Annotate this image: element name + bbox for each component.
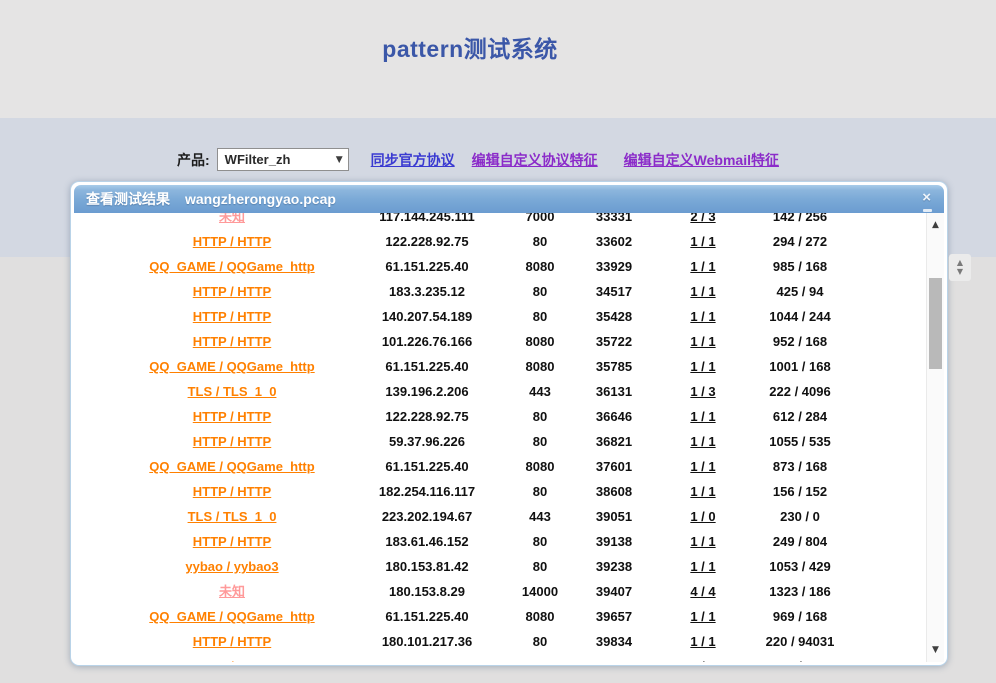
- dash-icon: [923, 209, 932, 212]
- bytes-cell: 142 / 256: [700, 213, 900, 229]
- bytes-cell: 1044 / 244: [700, 304, 900, 329]
- table-row: 未知 180.153.8.29 14000 39407 4 / 4 1323 /…: [74, 579, 926, 604]
- table-row: HTTP / HTTP 122.228.92.75 80 36646 1 / 1…: [74, 404, 926, 429]
- edit-custom-protocol-link[interactable]: 编辑自定义协议特征: [472, 150, 598, 170]
- table-row: HTTP / HTTP 183.3.235.12 80 34517 1 / 1 …: [74, 279, 926, 304]
- bytes-cell: 985 / 168: [700, 254, 900, 279]
- bytes-cell: 156 / 152: [700, 479, 900, 504]
- bytes-cell: 230 / 0: [700, 504, 900, 529]
- bytes-cell: 952 / 168: [700, 329, 900, 354]
- dialog-titlebar[interactable]: 查看测试结果 wangzherongyao.pcap ×: [74, 185, 944, 213]
- table-row: HTTP / HTTP 180.101.217.36 80 39834 1 / …: [74, 629, 926, 654]
- scrollbar-thumb[interactable]: [929, 278, 942, 369]
- table-row: HTTP / HTTP 122.228.92.75 80 33602 1 / 1…: [74, 229, 926, 254]
- bytes-cell: 873 / 168: [700, 454, 900, 479]
- bytes-cell: 1001 / 168: [700, 354, 900, 379]
- chevron-down-icon: ▼: [336, 155, 343, 165]
- product-label: 产品:: [177, 150, 210, 170]
- table-row: QQ_GAME / QQGame_http 61.151.225.40 8080…: [74, 454, 926, 479]
- sync-official-protocol-link[interactable]: 同步官方协议: [371, 150, 455, 170]
- table-row: QQ_GAME / QQGame_http 61.151.225.40 8080…: [74, 254, 926, 279]
- bytes-cell: 1053 / 429: [700, 554, 900, 579]
- bytes-cell: 1055 / 535: [700, 429, 900, 454]
- results-viewport: 未知 117.144.245.111 7000 33331 2 / 3 142 …: [74, 213, 944, 662]
- table-row: HTTP / HTTP 101.226.76.166 8080 35722 1 …: [74, 329, 926, 354]
- page-title: pattern测试系统: [0, 30, 940, 64]
- table-row: TLS / TLS_1_0 223.202.194.67 443 39051 1…: [74, 504, 926, 529]
- bytes-cell: 220 / 94031: [700, 629, 900, 654]
- table-row: QQ_GAME / QQGame_http 61.151.225.40 8080…: [74, 354, 926, 379]
- bytes-cell: 294 / 272: [700, 229, 900, 254]
- results-rows: 未知 117.144.245.111 7000 33331 2 / 3 142 …: [74, 213, 926, 662]
- bytes-cell: 249 / 804: [700, 529, 900, 554]
- table-row: QQ_GAME / QQGame_http 61.151.225.40 8080…: [74, 604, 926, 629]
- scroll-down-icon[interactable]: ▼: [927, 645, 944, 655]
- table-row: HTTP / HTTP 140.207.54.189 80 35428 1 / …: [74, 304, 926, 329]
- edit-custom-webmail-link[interactable]: 编辑自定义Webmail特征: [624, 150, 779, 170]
- bytes-cell: 222 / 4096: [700, 379, 900, 404]
- dialog-title: 查看测试结果: [86, 189, 170, 209]
- autoscroll-marker[interactable]: ▲ ▼: [949, 254, 971, 281]
- autoscroll-down-icon: ▼: [957, 268, 963, 276]
- table-row: HTTP / HTTP 122.228.92.75 80 40104 1 / 1…: [74, 654, 926, 662]
- bytes-cell: 612 / 284: [700, 404, 900, 429]
- bytes-cell: 287 / 272: [700, 654, 900, 662]
- test-results-dialog: 查看测试结果 wangzherongyao.pcap × 未知 117.144.…: [70, 181, 948, 666]
- table-row: HTTP / HTTP 183.61.46.152 80 39138 1 / 1…: [74, 529, 926, 554]
- close-icon[interactable]: ×: [922, 189, 931, 207]
- table-row: 未知 117.144.245.111 7000 33331 2 / 3 142 …: [74, 213, 926, 229]
- product-select-value: WFilter_zh: [225, 152, 291, 167]
- table-row: HTTP / HTTP 182.254.116.117 80 38608 1 /…: [74, 479, 926, 504]
- product-toolbar: 产品: WFilter_zh ▼ 同步官方协议 编辑自定义协议特征 编辑自定义W…: [177, 148, 779, 171]
- bytes-cell: 425 / 94: [700, 279, 900, 304]
- autoscroll-up-icon: ▲: [957, 259, 963, 267]
- dialog-scrollbar[interactable]: ▲ ▼: [926, 213, 944, 662]
- bytes-cell: 1323 / 186: [700, 579, 900, 604]
- table-row: TLS / TLS_1_0 139.196.2.206 443 36131 1 …: [74, 379, 926, 404]
- product-select[interactable]: WFilter_zh ▼: [217, 148, 349, 171]
- scroll-up-icon[interactable]: ▲: [927, 220, 944, 230]
- dialog-filename: wangzherongyao.pcap: [185, 191, 336, 207]
- table-row: HTTP / HTTP 59.37.96.226 80 36821 1 / 1 …: [74, 429, 926, 454]
- bytes-cell: 969 / 168: [700, 604, 900, 629]
- table-row: yybao / yybao3 180.153.81.42 80 39238 1 …: [74, 554, 926, 579]
